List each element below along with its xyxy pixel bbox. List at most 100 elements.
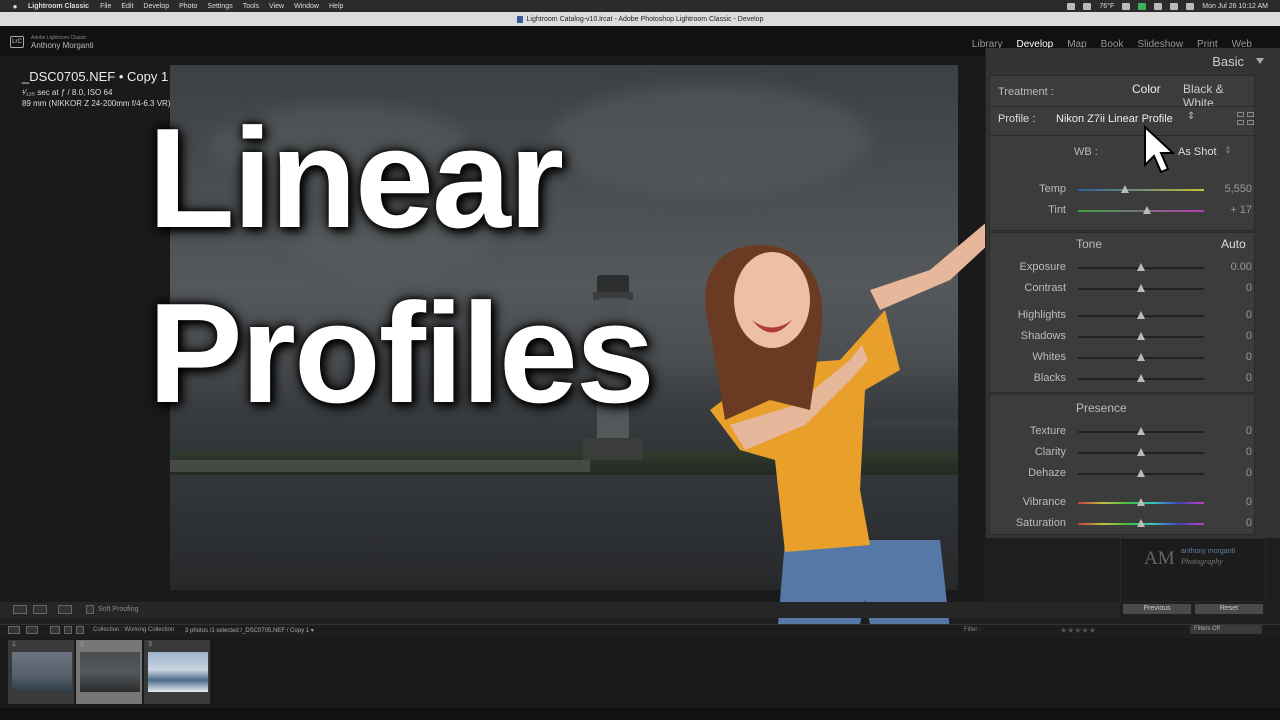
forward-arrow-icon[interactable] [76, 626, 84, 634]
vibrance-slider-thumb[interactable] [1137, 498, 1145, 506]
yy-compare-icon[interactable] [58, 605, 72, 614]
soft-proofing-checkbox[interactable] [86, 605, 94, 614]
menu-photo[interactable]: Photo [179, 3, 197, 10]
status-icon[interactable] [1083, 2, 1092, 10]
menu-app-name[interactable]: Lightroom Classic [28, 3, 89, 10]
thumbnail[interactable] [80, 652, 140, 692]
texture-slider[interactable] [1078, 427, 1204, 435]
weather-readout[interactable]: 76°F [1099, 3, 1114, 10]
texture-value[interactable]: 0 [1212, 425, 1252, 437]
shadows-slider[interactable] [1078, 332, 1204, 340]
menu-help[interactable]: Help [329, 3, 343, 10]
contrast-slider[interactable] [1078, 284, 1204, 292]
whites-slider-thumb[interactable] [1137, 353, 1145, 361]
whites-slider[interactable] [1078, 353, 1204, 361]
blacks-value[interactable]: 0 [1212, 372, 1252, 384]
loupe-view-icon[interactable] [13, 605, 27, 614]
whites-label: Whites [1032, 351, 1066, 363]
blacks-slider[interactable] [1078, 374, 1204, 382]
filmstrip-count[interactable]: 3 photos /1 selected /_DSC0705.NEF / Cop… [185, 627, 314, 634]
clarity-value[interactable]: 0 [1212, 446, 1252, 458]
tone-auto-button[interactable]: Auto [1221, 237, 1246, 251]
clock[interactable]: Mon Jul 26 10:12 AM [1202, 3, 1268, 10]
status-icon[interactable] [1154, 2, 1163, 10]
treatment-color-button[interactable]: Color [1132, 82, 1161, 96]
temp-slider-thumb[interactable] [1120, 185, 1129, 193]
highlights-slider[interactable] [1078, 311, 1204, 319]
vibrance-value[interactable]: 0 [1212, 496, 1252, 508]
dehaze-slider[interactable] [1078, 469, 1204, 477]
filters-off-select[interactable]: Filters Off [1190, 625, 1262, 634]
tint-slider[interactable] [1078, 206, 1204, 214]
tint-value[interactable]: + 17 [1212, 204, 1252, 216]
highlights-value[interactable]: 0 [1212, 309, 1252, 321]
temp-value[interactable]: 5,550 [1212, 183, 1252, 195]
soft-proofing-label: Soft Proofing [98, 606, 139, 613]
divider [990, 135, 1256, 136]
previous-button[interactable]: Previous [1122, 603, 1192, 615]
filmstrip-cell-selected[interactable]: 2 [76, 640, 142, 704]
exposure-slider[interactable] [1078, 263, 1204, 271]
reset-button[interactable]: Reset [1194, 603, 1264, 615]
mouse-pointer-icon [1144, 125, 1176, 174]
saturation-slider[interactable] [1078, 519, 1204, 527]
thumbnail[interactable] [12, 652, 72, 692]
wb-select-arrows-icon[interactable]: ⇕ [1224, 145, 1232, 156]
saturation-slider-thumb[interactable] [1137, 519, 1145, 527]
menu-edit[interactable]: Edit [121, 3, 133, 10]
shadows-slider-thumb[interactable] [1137, 332, 1145, 340]
clarity-slider[interactable] [1078, 448, 1204, 456]
tint-slider-thumb[interactable] [1143, 206, 1152, 214]
profile-browser-grid-icon[interactable] [1237, 112, 1255, 126]
shadows-value[interactable]: 0 [1212, 330, 1252, 342]
filmstrip-cell[interactable]: 1 [8, 640, 74, 704]
brand-sub: Photography [1181, 557, 1223, 566]
blacks-slider-thumb[interactable] [1137, 374, 1145, 382]
exposure-value[interactable]: 0.00 [1212, 261, 1252, 273]
wb-select[interactable]: As Shot [1178, 146, 1217, 158]
menu-develop[interactable]: Develop [143, 3, 169, 10]
basic-panel-title[interactable]: Basic [1212, 54, 1244, 69]
texture-slider-thumb[interactable] [1137, 427, 1145, 435]
status-area: 76°F Mon Jul 26 10:12 AM [1067, 0, 1268, 12]
menu-window[interactable]: Window [294, 3, 319, 10]
star-rating-filter[interactable]: ★★★★★ [1060, 626, 1096, 635]
filmstrip-cell[interactable]: 3 [144, 640, 210, 704]
menu-tools[interactable]: Tools [243, 3, 259, 10]
contrast-slider-thumb[interactable] [1137, 284, 1145, 292]
battery-icon[interactable] [1186, 2, 1195, 10]
menu-settings[interactable]: Settings [207, 3, 232, 10]
back-arrow-icon[interactable] [64, 626, 72, 634]
cell-number: 1 [12, 641, 16, 648]
dehaze-label: Dehaze [1028, 467, 1066, 479]
temp-slider[interactable] [1078, 185, 1204, 193]
filmstrip-source[interactable]: Collection : Working Collection [93, 627, 174, 633]
primary-window-icon[interactable] [8, 626, 20, 634]
clarity-slider-thumb[interactable] [1137, 448, 1145, 456]
menu-view[interactable]: View [269, 3, 284, 10]
secondary-window-icon[interactable] [26, 626, 38, 634]
contrast-value[interactable]: 0 [1212, 282, 1252, 294]
grid-view-icon[interactable] [50, 626, 60, 634]
status-icon[interactable] [1138, 2, 1147, 10]
lrc-logo-icon: LrC [10, 36, 24, 48]
clarity-label: Clarity [1034, 446, 1066, 458]
basic-section-top: Treatment : Color Black & White Profile … [989, 75, 1256, 231]
whites-value[interactable]: 0 [1212, 351, 1252, 363]
highlights-slider-thumb[interactable] [1137, 311, 1145, 319]
saturation-value[interactable]: 0 [1212, 517, 1252, 529]
thumbnail[interactable] [148, 652, 208, 692]
dehaze-value[interactable]: 0 [1212, 467, 1252, 479]
status-icon[interactable] [1122, 2, 1131, 10]
wifi-icon[interactable] [1170, 2, 1179, 10]
before-after-icon[interactable] [33, 605, 47, 614]
dehaze-slider-thumb[interactable] [1137, 469, 1145, 477]
apple-icon[interactable]: ● [10, 2, 20, 11]
collapse-triangle-icon[interactable] [1256, 58, 1264, 64]
profile-select-arrows-icon[interactable]: ⇕ [1187, 111, 1195, 122]
profile-select[interactable]: Nikon Z7ii Linear Profile [1056, 113, 1173, 125]
menu-file[interactable]: File [100, 3, 111, 10]
vibrance-slider[interactable] [1078, 498, 1204, 506]
status-icon[interactable] [1067, 2, 1076, 10]
exposure-slider-thumb[interactable] [1137, 263, 1145, 271]
